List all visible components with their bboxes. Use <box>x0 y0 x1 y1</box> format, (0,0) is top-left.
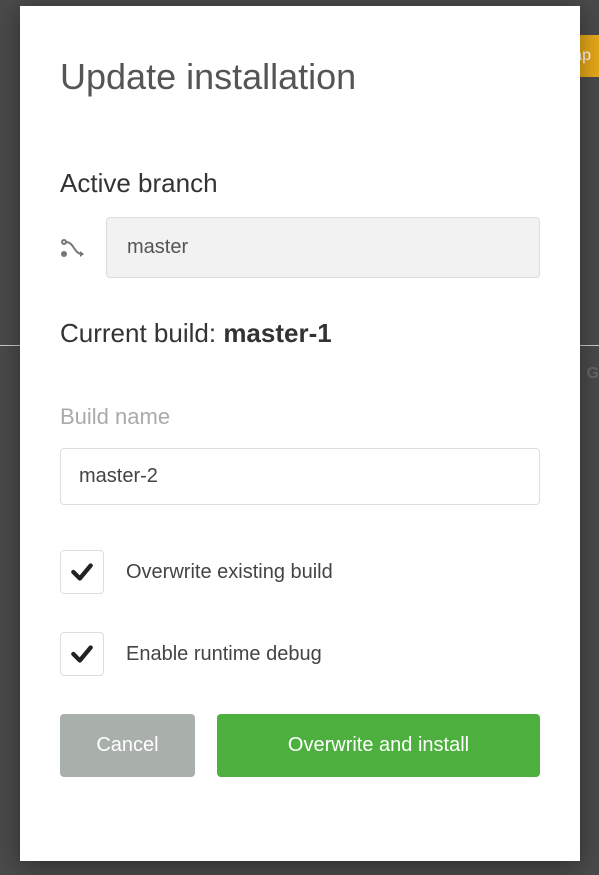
overwrite-checkbox-row: Overwrite existing build <box>60 550 540 594</box>
current-build-label: Current build: <box>60 318 223 348</box>
build-name-label: Build name <box>60 404 540 430</box>
cancel-button[interactable]: Cancel <box>60 714 195 777</box>
check-icon <box>69 559 95 585</box>
current-build-value: master-1 <box>223 318 331 348</box>
branch-icon <box>60 236 88 260</box>
modal-title: Update installation <box>60 56 540 98</box>
overwrite-checkbox-label: Overwrite existing build <box>126 561 333 584</box>
backdrop-partial-text: G <box>587 365 599 383</box>
active-branch-label: Active branch <box>60 168 540 199</box>
update-installation-modal: Update installation Active branch master… <box>20 6 580 861</box>
current-build-row: Current build: master-1 <box>60 318 540 349</box>
overwrite-checkbox[interactable] <box>60 550 104 594</box>
build-name-input[interactable] <box>60 448 540 505</box>
check-icon <box>69 641 95 667</box>
debug-checkbox-row: Enable runtime debug <box>60 632 540 676</box>
button-row: Cancel Overwrite and install <box>60 714 540 777</box>
debug-checkbox[interactable] <box>60 632 104 676</box>
overwrite-install-button[interactable]: Overwrite and install <box>217 714 540 777</box>
debug-checkbox-label: Enable runtime debug <box>126 643 322 666</box>
branch-row: master <box>60 217 540 278</box>
branch-select[interactable]: master <box>106 217 540 278</box>
